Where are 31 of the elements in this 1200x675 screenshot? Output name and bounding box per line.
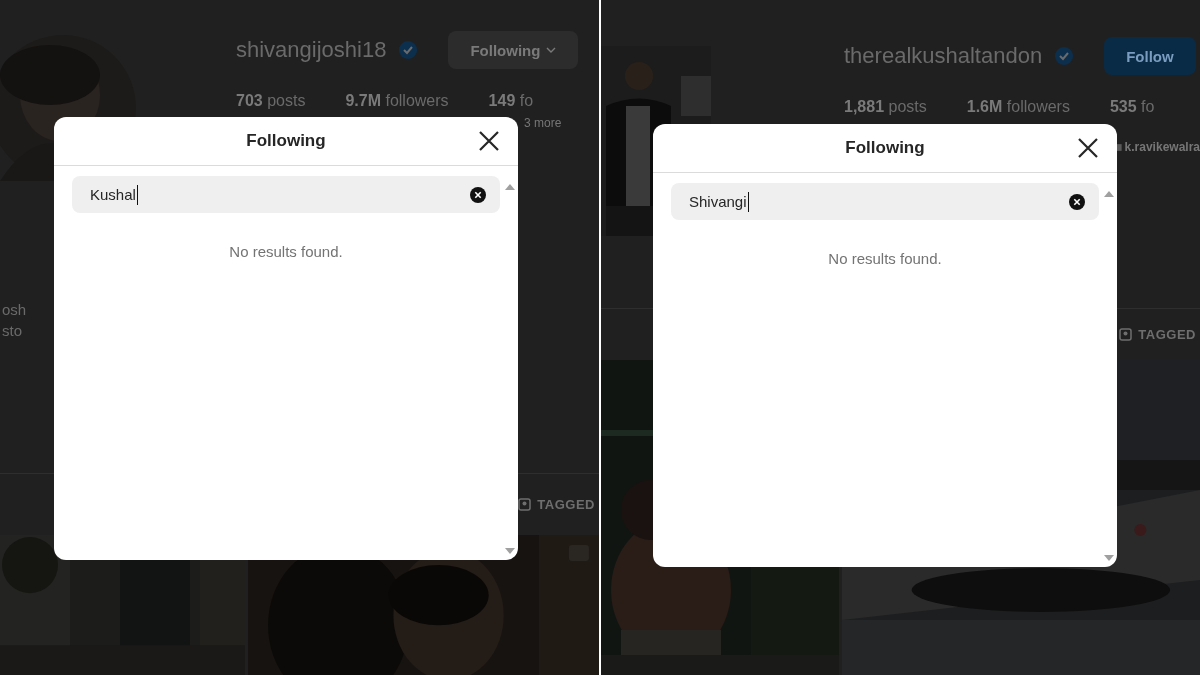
- chevron-down-icon: [546, 47, 557, 53]
- follow-button[interactable]: Follow: [1104, 37, 1196, 75]
- profile-stat[interactable]: 149 fo: [488, 92, 534, 110]
- clear-icon: [470, 186, 486, 203]
- scroll-up-icon[interactable]: [505, 184, 515, 190]
- clear-search-button[interactable]: [1069, 193, 1085, 210]
- username: therealkushaltandon: [844, 43, 1043, 69]
- dialog-title: Following: [845, 138, 925, 158]
- search-field[interactable]: Kushal: [72, 176, 500, 213]
- profile-stat[interactable]: 535 fo: [1109, 98, 1155, 116]
- tagged-tab[interactable]: TAGGED: [518, 496, 595, 512]
- empty-message: No results found.: [827, 250, 943, 267]
- profile-stat: 1,881 posts: [844, 98, 927, 116]
- highlight-label: osh: [2, 300, 27, 318]
- highlight-label: sto: [2, 321, 22, 339]
- tagged-tab[interactable]: TAGGED: [1119, 327, 1196, 343]
- following-button[interactable]: Following: [448, 31, 579, 69]
- profile-stat: 703 posts: [236, 92, 306, 110]
- empty-message: No results found.: [228, 243, 344, 260]
- scroll-down-icon[interactable]: [1104, 555, 1114, 561]
- search-field[interactable]: Shivangi: [671, 183, 1099, 220]
- scroll-up-icon[interactable]: [1104, 191, 1114, 197]
- username: shivangijoshi18: [236, 37, 387, 63]
- dialog-title: Following: [246, 131, 326, 151]
- clear-icon: [1069, 193, 1085, 210]
- clear-search-button[interactable]: [470, 186, 486, 203]
- profile-stat[interactable]: 9.7M followers: [345, 92, 449, 110]
- scroll-down-icon[interactable]: [505, 548, 515, 554]
- followed-by-text: 3 more: [524, 116, 562, 130]
- profile-stat[interactable]: 1.6M followers: [966, 98, 1070, 116]
- followed-by-text: k.ravikewalra: [1124, 140, 1200, 154]
